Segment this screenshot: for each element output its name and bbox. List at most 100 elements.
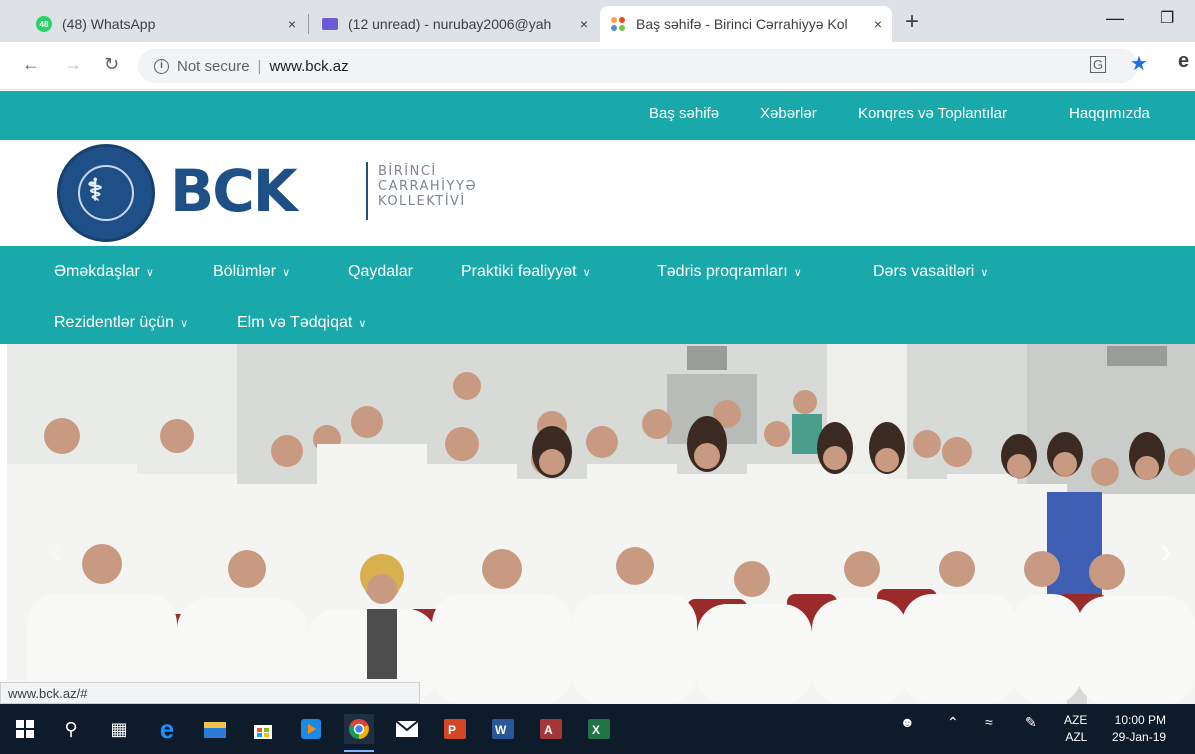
site-top-nav: Baş səhifə Xəbərlər Konqres və Toplantıl…	[0, 91, 1195, 137]
chevron-down-icon: ∨	[145, 267, 154, 279]
caduceus-icon: ⚕	[87, 173, 104, 208]
forward-icon[interactable]: →	[64, 54, 82, 75]
menu-label: Əməkdaşlar	[54, 263, 140, 280]
menu-science[interactable]: Elm və Tədqiqat ∨	[237, 314, 366, 332]
group-photo-illustration	[7, 344, 1195, 704]
menu-label: Tədris proqramları	[657, 263, 788, 280]
brand-logo[interactable]: BCK	[170, 162, 298, 220]
logo-divider	[366, 162, 368, 220]
svg-text:P: P	[448, 723, 456, 737]
store-icon[interactable]	[248, 714, 278, 744]
address-bar: ← → ↻ i Not secure | www.bck.az G ★ e	[0, 42, 1195, 90]
clock-time: 10:00 PM	[1114, 713, 1167, 727]
tab-whatsapp[interactable]: 48 (48) WhatsApp ×	[26, 6, 306, 42]
bookmark-star-icon[interactable]: ★	[1130, 51, 1148, 76]
svg-text:W: W	[495, 723, 507, 737]
subtitle-line: KOLLEKTİVİ	[378, 194, 466, 209]
joomla-icon	[610, 16, 626, 32]
word-icon[interactable]: W	[488, 714, 518, 744]
menu-curricula[interactable]: Tədris proqramları ∨	[657, 263, 802, 281]
windows-start-icon[interactable]	[10, 714, 40, 744]
menu-label: Praktiki fəaliyyət	[461, 263, 577, 280]
tab-divider	[308, 14, 309, 34]
people-icon[interactable]: ☻	[900, 714, 915, 730]
tab-title: Baş səhifə - Birinci Cərrahiyyə Kol	[636, 16, 848, 32]
menu-label: Qaydalar	[348, 263, 413, 280]
menu-label: Dərs vasaitləri	[873, 263, 975, 280]
media-player-icon[interactable]	[296, 714, 326, 744]
menu-textbooks[interactable]: Dərs vasaitləri ∨	[873, 263, 988, 281]
chevron-down-icon: ∨	[358, 318, 367, 330]
minimize-icon[interactable]: —	[1106, 8, 1124, 29]
wifi-icon[interactable]: ≈	[985, 714, 993, 730]
lang-bottom: AZL	[1065, 730, 1088, 744]
subtitle-line: BİRİNCİ	[378, 164, 437, 179]
menu-departments[interactable]: Bölümlər ∨	[213, 263, 290, 281]
brand-subtitle: BİRİNCİ CARRAHİYYƏ KOLLEKTİVİ	[378, 164, 477, 209]
info-icon[interactable]: i	[154, 58, 169, 74]
url-field[interactable]: i Not secure | www.bck.az	[138, 49, 1138, 83]
back-icon[interactable]: ←	[22, 54, 40, 75]
powerpoint-icon[interactable]: P	[440, 714, 470, 744]
carousel-next-icon[interactable]: ›	[1160, 530, 1172, 572]
pen-icon[interactable]: ✎	[1025, 714, 1037, 731]
clock-date: 29-Jan-19	[1112, 730, 1167, 744]
separator: |	[257, 57, 262, 75]
chevron-down-icon: ∨	[282, 267, 291, 279]
chevron-down-icon: ∨	[793, 267, 802, 279]
chrome-taskbar-icon[interactable]	[344, 714, 374, 752]
nav-about[interactable]: Haqqımızda	[1069, 105, 1150, 122]
menu-residents[interactable]: Rezidentlər üçün ∨	[54, 314, 188, 332]
whatsapp-icon: 48	[36, 16, 52, 32]
excel-icon[interactable]: X	[584, 714, 614, 744]
subtitle-line: CARRAHİYYƏ	[378, 179, 478, 194]
restore-icon[interactable]: ❐	[1160, 8, 1174, 28]
chevron-up-icon[interactable]: ⌃	[947, 714, 959, 731]
menu-label: Rezidentlər üçün	[54, 314, 175, 331]
tab-title: (48) WhatsApp	[62, 16, 156, 32]
new-tab-button[interactable]: +	[905, 8, 919, 36]
nav-news[interactable]: Xəbərlər	[760, 105, 817, 122]
url-text: www.bck.az	[269, 57, 349, 75]
translate-icon[interactable]: G	[1090, 56, 1107, 73]
file-explorer-icon[interactable]	[200, 714, 230, 744]
system-clock[interactable]: 10:00 PM 29-Jan-19	[1112, 712, 1166, 746]
university-seal-logo[interactable]: ⚕	[57, 144, 155, 242]
extension-icon[interactable]: e	[1178, 50, 1189, 73]
hero-group-photo	[7, 344, 1195, 704]
search-icon[interactable]: ⚲	[56, 714, 86, 744]
access-icon[interactable]: A	[536, 714, 566, 744]
security-label: Not secure	[177, 57, 250, 75]
logo-bar: ⚕ BCK BİRİNCİ CARRAHİYYƏ KOLLEKTİVİ	[0, 137, 1195, 243]
tab-title: (12 unread) - nurubay2006@yah	[348, 16, 552, 32]
tab-yahoo-mail[interactable]: (12 unread) - nurubay2006@yah ×	[312, 6, 598, 42]
menu-rules[interactable]: Qaydalar	[348, 263, 413, 281]
menu-practice[interactable]: Praktiki fəaliyyət ∨	[461, 263, 591, 281]
lang-top: AZE	[1064, 713, 1088, 727]
menu-label: Bölümlər	[213, 263, 277, 280]
svg-text:X: X	[592, 723, 600, 737]
tab-bck-active[interactable]: Baş səhifə - Birinci Cərrahiyyə Kol ×	[600, 6, 892, 42]
close-icon[interactable]: ×	[874, 16, 882, 32]
reload-icon[interactable]: ↻	[104, 54, 119, 75]
svg-text:A: A	[544, 723, 553, 737]
menu-employees[interactable]: Əməkdaşlar ∨	[54, 263, 154, 281]
chevron-down-icon: ∨	[180, 318, 189, 330]
windows-taskbar: ⚲ ▦ e P W A X ☻ ⌃ ≈ ✎ AZE AZL 10:00 PM 2…	[0, 704, 1195, 754]
mail-app-icon[interactable]	[392, 714, 422, 744]
nav-congresses[interactable]: Konqres və Toplantılar	[858, 105, 1007, 122]
carousel-prev-icon[interactable]: ‹	[50, 530, 62, 572]
task-view-icon[interactable]: ▦	[104, 714, 134, 744]
browser-tab-bar: 48 (48) WhatsApp × (12 unread) - nurubay…	[0, 0, 1195, 42]
close-icon[interactable]: ×	[288, 16, 296, 32]
site-main-nav: Əməkdaşlar ∨ Bölümlər ∨ Qaydalar Praktiki …	[0, 243, 1195, 344]
chevron-down-icon: ∨	[980, 267, 989, 279]
language-indicator[interactable]: AZE AZL	[1064, 712, 1087, 746]
close-icon[interactable]: ×	[580, 16, 588, 32]
nav-home[interactable]: Baş səhifə	[649, 105, 719, 122]
chevron-down-icon: ∨	[582, 267, 591, 279]
status-bar-url: www.bck.az/#	[0, 682, 420, 704]
menu-label: Elm və Tədqiqat	[237, 314, 353, 331]
edge-icon[interactable]: e	[152, 714, 182, 744]
mail-icon	[322, 18, 338, 30]
